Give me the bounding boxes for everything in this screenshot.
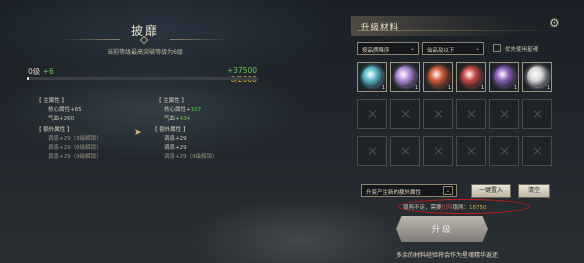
refund-note: 多余的材料经验将会作为星魂精华返还	[396, 252, 499, 259]
extra-attr-1: 调息+29	[164, 145, 187, 151]
fire-orb-icon	[428, 66, 449, 87]
material-slot[interactable]: 1	[522, 62, 552, 92]
white-orb-icon	[527, 66, 548, 87]
empty-slot[interactable]	[390, 99, 420, 129]
empty-slot[interactable]	[489, 99, 519, 129]
prefer-star-soul-checkbox[interactable]	[493, 44, 501, 52]
item-count: 1	[447, 85, 451, 91]
new-attribute-dropdown[interactable]: 升变产生新的额外属性 ⌄	[361, 184, 457, 197]
empty-slot[interactable]	[357, 99, 387, 129]
item-count: 1	[480, 85, 484, 91]
extra-attr-2: 调息+29（9级解锁）	[164, 154, 218, 160]
exp-readout: +37500 0/2000	[200, 66, 257, 84]
empty-slot[interactable]	[456, 99, 486, 129]
empty-slot[interactable]	[489, 136, 519, 166]
clear-button[interactable]: 清空	[518, 184, 550, 198]
highlight-circle	[398, 199, 530, 214]
empty-slot[interactable]	[522, 136, 552, 166]
sort-dropdown[interactable]: 按品质降序 ⌄	[357, 42, 419, 55]
before-attributes: 【 主属性 】 核心属性+65 气血+260 【 额外属性 】 调息+29（3级…	[36, 97, 102, 162]
empty-slot[interactable]	[423, 99, 453, 129]
attribute-panel: 披靡 当前等级最高突破等级为6级 0级 +6 +37500 0/2000 【 主…	[0, 0, 340, 263]
empty-slot[interactable]	[357, 136, 387, 166]
settings-icon[interactable]: ⚙	[549, 16, 560, 30]
upgrade-button[interactable]: 升级	[396, 216, 488, 242]
exp-progress-bar	[27, 77, 258, 80]
material-slot[interactable]: 1	[489, 62, 519, 92]
after-attributes: 【 主属性 】 核心属性+107 气血+434 【 额外属性 】 调息+29 调…	[152, 97, 218, 162]
chevron-down-icon: ⌄	[443, 186, 453, 195]
purple-orb-icon	[494, 66, 515, 87]
max-level-note: 当前等级最高突破等级为6级	[107, 49, 183, 56]
red-orb-icon	[461, 66, 482, 87]
material-slot[interactable]: 1	[423, 62, 453, 92]
extra-attr-0: 调息+29（3级解锁）	[48, 136, 102, 142]
level-change: 0级 +6	[28, 66, 54, 77]
prefer-star-soul-label: 优先使用星魂	[505, 47, 539, 53]
main-attr-0: 核心属性+65	[48, 107, 82, 113]
extra-attr-2: 调息+29（9级解锁）	[48, 154, 102, 160]
exp-gain: +37500	[226, 66, 257, 75]
material-slot[interactable]: 1	[456, 62, 486, 92]
extra-attr-0: 调息+29	[164, 136, 187, 142]
chevron-down-icon: ⌄	[474, 45, 480, 52]
extra-attr-header: 【 额外属性 】	[36, 127, 73, 133]
main-attr-1: 气血+434	[164, 116, 191, 122]
item-count: 1	[546, 85, 550, 91]
item-count: 1	[414, 85, 418, 91]
extra-attr-1: 调息+29（6级解锁）	[48, 145, 102, 151]
empty-slot[interactable]	[456, 136, 486, 166]
extra-attr-header: 【 额外属性 】	[152, 127, 189, 133]
exp-progress-fill	[27, 77, 30, 80]
empty-slot[interactable]	[522, 99, 552, 129]
main-attr-0: 核心属性+107	[164, 107, 202, 113]
chevron-down-icon: ⌄	[409, 45, 415, 52]
empty-slot[interactable]	[390, 136, 420, 166]
main-attr-header: 【 主属性 】	[156, 98, 187, 104]
level-gain: +6	[42, 67, 54, 76]
divider	[357, 30, 557, 31]
materials-header: 升级材料	[351, 16, 521, 36]
arrow-right-icon: ➤	[134, 128, 142, 138]
title-ornament	[60, 35, 230, 45]
material-slot[interactable]: 1	[357, 62, 387, 92]
main-attr-header: 【 主属性 】	[36, 98, 67, 104]
item-count: 1	[381, 85, 385, 91]
cyan-orb-icon	[362, 66, 383, 87]
empty-slot[interactable]	[423, 136, 453, 166]
material-grid: 1 1 1 1 1 1	[357, 62, 557, 177]
auto-fill-button[interactable]: 一键置入	[471, 184, 511, 198]
item-count: 1	[513, 85, 517, 91]
material-slot[interactable]: 1	[390, 62, 420, 92]
quality-filter-dropdown[interactable]: 仙品及以下 ⌄	[422, 42, 484, 55]
violet-orb-icon	[395, 66, 416, 87]
current-level: 0级	[28, 67, 41, 76]
main-attr-1: 气血+260	[48, 116, 75, 122]
